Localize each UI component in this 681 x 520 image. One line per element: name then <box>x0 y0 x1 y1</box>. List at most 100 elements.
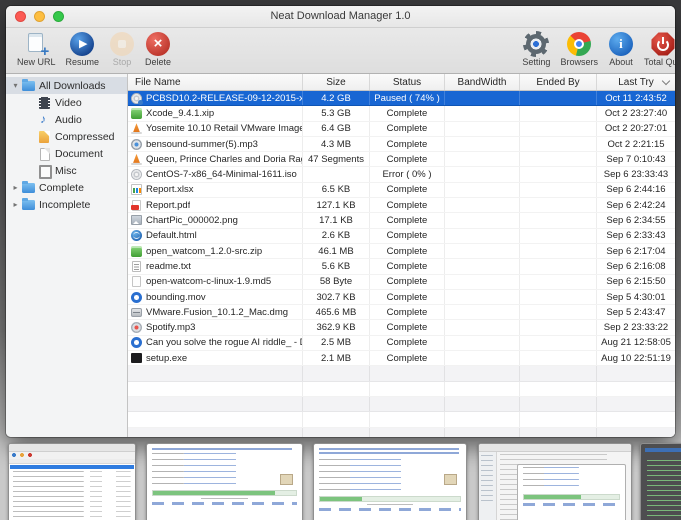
toolbar: New URL Resume Stop Delete Setting Brows… <box>6 28 675 74</box>
thumbnail-fields <box>523 467 620 491</box>
cell-size: 5.6 KB <box>303 259 370 274</box>
download-progress-dialog-2-thumbnail[interactable] <box>313 443 467 520</box>
sidebar-item-misc[interactable]: Misc <box>6 162 127 179</box>
table-row[interactable]: Queen, Prince Charles and Doria Ragland … <box>128 152 675 168</box>
cell-last-try: Sep 2 23:33:22 <box>603 322 669 334</box>
document-icon <box>38 147 51 161</box>
thumbnail-progress-bar <box>523 494 620 500</box>
green-package-icon <box>131 107 142 119</box>
cell-file-name: bounding.mov <box>128 289 303 305</box>
cell-file-name: PCBSD10.2-RELEASE-09-12-2015-x64-DV <box>128 91 303 106</box>
close-button[interactable] <box>15 11 26 22</box>
delete-button[interactable]: Delete <box>140 31 176 67</box>
table-row[interactable]: CentOS-7-x86_64-Minimal-1611.iso Error (… <box>128 167 675 183</box>
resume-button[interactable]: Resume <box>61 31 105 67</box>
screenshot-gallery <box>0 443 681 520</box>
sidebar-item-audio[interactable]: Audio <box>6 111 127 128</box>
vlc-cone-icon <box>131 123 142 135</box>
column-header-ended[interactable]: Ended By <box>520 74 597 90</box>
setting-button[interactable]: Setting <box>517 31 555 67</box>
stop-button[interactable]: Stop <box>104 31 140 67</box>
quicktime-icon <box>131 337 142 349</box>
table-row[interactable]: VMware.Fusion_10.1.2_Mac.dmg 465.6 MB Co… <box>128 305 675 321</box>
column-header-last[interactable]: Last Try <box>597 74 675 90</box>
cell-status: Error ( 0% ) <box>370 167 445 182</box>
minimize-button[interactable] <box>34 11 45 22</box>
cell-size: 17.1 KB <box>303 213 370 228</box>
cell-status: Complete <box>370 182 445 198</box>
sidebar-item-label: Compressed <box>55 130 115 143</box>
cell-ended-by <box>520 182 597 198</box>
thumbnail-caption <box>367 504 413 505</box>
toolbar-button-label: Setting <box>522 57 551 67</box>
cell-status: Complete <box>370 335 445 351</box>
manager-with-progress-dialog-thumbnail[interactable] <box>478 443 632 520</box>
column-header-size[interactable]: Size <box>303 74 370 90</box>
table-row[interactable]: setup.exe 2.1 MB Complete Aug 10 22:51:1… <box>128 351 675 367</box>
cell-size: 465.6 MB <box>303 305 370 320</box>
sidebar-item-label: Misc <box>55 164 77 177</box>
sidebar-item-all-downloads[interactable]: All Downloads <box>6 77 127 94</box>
new-url-icon <box>23 31 49 59</box>
table-row[interactable]: readme.txt 5.6 KB Complete Sep 6 2:16:08 <box>128 259 675 275</box>
table-body: PCBSD10.2-RELEASE-09-12-2015-x64-DV 4.2 … <box>128 91 675 437</box>
cell-file-name: Report.pdf <box>128 198 303 213</box>
table-row[interactable]: Default.html 2.6 KB Complete Sep 6 2:33:… <box>128 228 675 244</box>
sidebar-item-complete[interactable]: Complete <box>6 179 127 196</box>
sidebar-item-document[interactable]: Document <box>6 145 127 162</box>
download-list-window-thumbnail[interactable] <box>8 443 136 520</box>
cell-status: Complete <box>370 121 445 136</box>
column-header-name[interactable]: File Name <box>128 74 303 90</box>
thumbnail-body <box>479 452 631 520</box>
cell-file-name: Xcode_9.4.1.xip <box>128 106 303 121</box>
table-row[interactable]: ChartPic_000002.png 17.1 KB Complete Sep… <box>128 213 675 229</box>
cell-bandwidth <box>445 289 520 305</box>
download-progress-dialog-thumbnail[interactable] <box>146 443 303 520</box>
title-bar[interactable]: Neat Download Manager 1.0 <box>6 6 675 28</box>
sidebar-item-compressed[interactable]: Compressed <box>6 128 127 145</box>
browsers-icon <box>566 31 592 57</box>
table-row[interactable]: Xcode_9.4.1.xip 5.3 GB Complete Oct 2 23… <box>128 106 675 122</box>
cell-bandwidth <box>445 136 520 152</box>
cell-ended-by <box>520 121 597 136</box>
thumbnail-url-text <box>152 448 292 450</box>
cell-bandwidth <box>445 305 520 320</box>
cell-bandwidth <box>445 91 520 106</box>
misc-icon <box>38 164 52 179</box>
table-row[interactable]: bounding.mov 302.7 KB Complete Sep 5 4:3… <box>128 289 675 306</box>
cell-ended-by <box>520 213 597 228</box>
sidebar-item-incomplete[interactable]: Incomplete <box>6 196 127 213</box>
toolbar-button-label: New URL <box>17 57 56 67</box>
toolbar-right: Setting Browsers About Total Quit <box>517 31 675 67</box>
zoom-button[interactable] <box>53 11 64 22</box>
thumbnail-caption <box>201 498 248 499</box>
total-quit-button[interactable]: Total Quit <box>639 31 675 67</box>
cell-bandwidth <box>445 152 520 167</box>
browsers-button[interactable]: Browsers <box>555 31 603 67</box>
setting-icon <box>523 31 550 57</box>
cell-file-name: Queen, Prince Charles and Doria Ragland … <box>128 152 303 167</box>
table-row[interactable]: open-watcom-c-linux-1.9.md5 58 Byte Comp… <box>128 274 675 290</box>
table-row[interactable]: Report.pdf 127.1 KB Complete Sep 6 2:42:… <box>128 198 675 214</box>
cell-size: 6.4 GB <box>303 121 370 136</box>
dark-manager-window-thumbnail[interactable] <box>640 443 681 520</box>
about-button[interactable]: About <box>603 31 639 67</box>
sort-chevron-icon <box>661 76 671 86</box>
disclosure-icon <box>10 82 21 90</box>
cell-size: 6.5 KB <box>303 182 370 198</box>
cell-last-try: Sep 6 2:15:50 <box>606 276 666 288</box>
table-row[interactable]: Spotify.mp3 362.9 KB Complete Sep 2 23:3… <box>128 320 675 336</box>
column-header-status[interactable]: Status <box>370 74 445 90</box>
green-package-icon <box>131 245 142 257</box>
table-row[interactable]: Can you solve the rogue AI riddle_ - Dan… <box>128 335 675 352</box>
cell-bandwidth <box>445 274 520 289</box>
column-header-bandwidth[interactable]: BandWidth <box>445 74 520 90</box>
new-url-button[interactable]: New URL <box>12 31 61 67</box>
table-row[interactable]: open_watcom_1.2.0-src.zip 46.1 MB Comple… <box>128 243 675 260</box>
table-row[interactable]: Yosemite 10.10 Retail VMware Image.rar 6… <box>128 121 675 137</box>
table-row[interactable]: PCBSD10.2-RELEASE-09-12-2015-x64-DV 4.2 … <box>128 91 675 107</box>
table-row[interactable]: Report.xlsx 6.5 KB Complete Sep 6 2:44:1… <box>128 182 675 199</box>
sidebar-item-video[interactable]: Video <box>6 94 127 111</box>
table-row[interactable]: bensound-summer(5).mp3 4.3 MB Complete O… <box>128 136 675 153</box>
cell-status: Complete <box>370 243 445 259</box>
